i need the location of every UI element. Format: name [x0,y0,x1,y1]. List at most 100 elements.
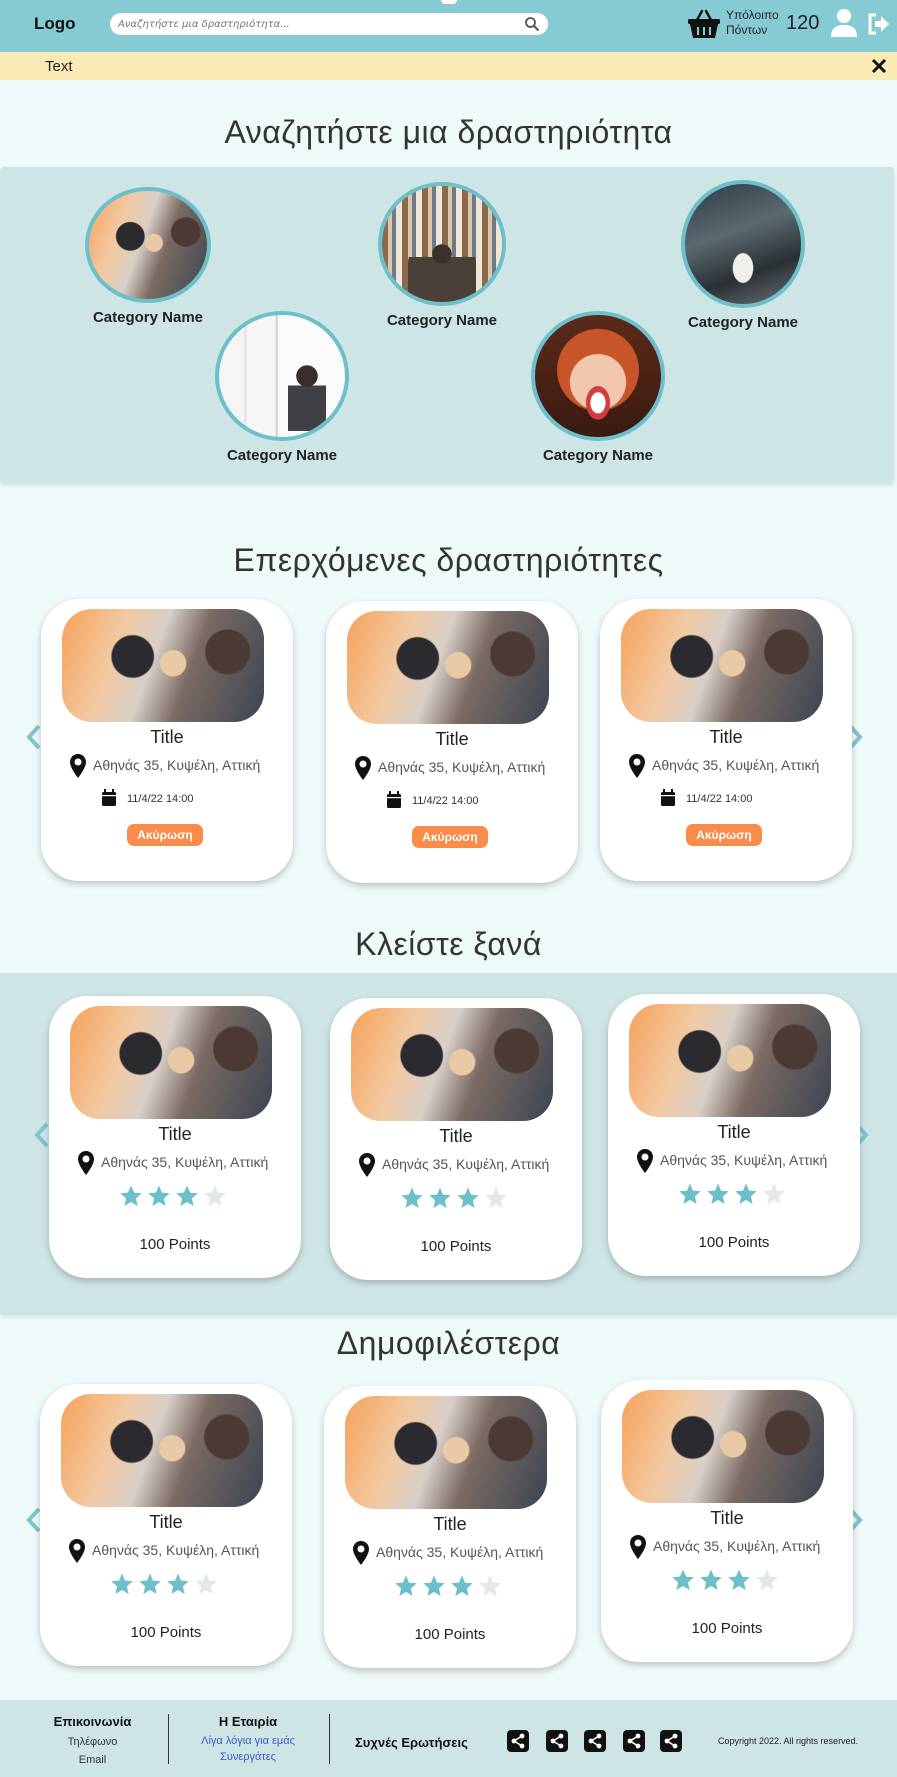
user-icon[interactable] [830,8,858,38]
card-image [61,1394,263,1507]
category-name[interactable]: Category Name [362,312,522,329]
calendar-icon [102,789,116,806]
search-input[interactable] [118,16,508,32]
card-points: 100 Points [420,1238,492,1255]
location-pin-icon [69,1539,85,1563]
location-pin-icon [78,1151,94,1175]
category-image[interactable] [681,180,805,308]
category-image[interactable] [378,182,506,306]
logo[interactable]: Logo [34,14,76,34]
card-points: 100 Points [691,1620,763,1637]
card-location: Αθηνάς 35, Κυψέλη, Αττική [358,1152,568,1178]
location-pin-icon [353,1541,369,1565]
rebook-heading: Κλείστε ξανά [355,926,542,962]
card-title: Title [433,1514,467,1534]
basket-icon[interactable] [687,8,721,40]
card-location: Αθηνάς 35, Κυψέλη, Αττική [636,1148,846,1174]
footer-phone[interactable]: Τηλέφωνο [40,1733,145,1751]
location-text: Αθηνάς 35, Κυψέλη, Αττική [378,759,546,775]
footer-partners-link[interactable]: Συνεργάτες [188,1749,308,1765]
card-title: Title [717,1122,751,1142]
share-icon[interactable] [507,1730,529,1752]
category-name[interactable]: Category Name [518,447,678,464]
cancel-button[interactable]: Ακύρωση [127,824,203,846]
star-filled-icon [120,1185,142,1206]
star-filled-icon [728,1569,750,1590]
popular-card[interactable]: Title Αθηνάς 35, Κυψέλη, Αττική 100 Poin… [40,1384,292,1666]
category-item[interactable]: Category Name [68,187,228,326]
category-item[interactable]: Category Name [663,180,823,331]
location-pin-icon [359,1153,375,1177]
star-empty-icon [479,1575,501,1596]
categories-band: Category Name Category Name Category Nam… [0,167,894,483]
footer-company-heading: Η Εταιρία [218,1714,278,1729]
card-location: Αθηνάς 35, Κυψέλη, Αττική [629,1534,839,1560]
category-item[interactable]: Category Name [362,182,522,329]
star-filled-icon [451,1575,473,1596]
category-image[interactable] [215,311,349,441]
star-rating [119,1184,239,1210]
share-icon[interactable] [546,1730,568,1752]
rebook-card[interactable]: Title Αθηνάς 35, Κυψέλη, Αττική 100 Poin… [608,994,860,1276]
star-filled-icon [672,1569,694,1590]
footer-email[interactable]: Email [40,1751,145,1769]
category-item[interactable]: Category Name [518,311,678,464]
star-filled-icon [395,1575,417,1596]
close-icon[interactable] [870,57,888,75]
footer: Επικοινωνία Τηλέφωνο Email Η Εταιρία Λίγ… [0,1700,897,1777]
location-text: Αθηνάς 35, Κυψέλη, Αττική [93,757,261,773]
card-image [62,609,264,722]
card-location: Αθηνάς 35, Κυψέλη, Αττική [354,755,564,781]
categories-heading: Αναζητήστε μια δραστηριότητα [224,114,673,150]
star-empty-icon [195,1573,217,1594]
star-filled-icon [148,1185,170,1206]
popular-card[interactable]: Title Αθηνάς 35, Κυψέλη, Αττική 100 Poin… [601,1380,853,1662]
calendar-icon [387,791,401,808]
cancel-button[interactable]: Ακύρωση [686,824,762,846]
rebook-card[interactable]: Title Αθηνάς 35, Κυψέλη, Αττική 100 Poin… [330,998,582,1280]
card-image [629,1004,831,1117]
share-icon[interactable] [584,1730,606,1752]
share-icon[interactable] [623,1730,645,1752]
star-filled-icon [735,1183,757,1204]
category-item[interactable]: Category Name [202,311,362,464]
popular-card[interactable]: Title Αθηνάς 35, Κυψέλη, Αττική 100 Poin… [324,1386,576,1668]
category-name[interactable]: Category Name [663,314,823,331]
search-bar[interactable] [110,13,548,35]
footer-contact: Επικοινωνία Τηλέφωνο Email [40,1714,145,1769]
notice-text: Text [45,58,73,75]
cancel-button[interactable]: Ακύρωση [412,826,488,848]
top-header: Logo Υπόλοιπο Πόντων 120 [0,0,897,52]
category-image[interactable] [85,187,211,303]
location-pin-icon [637,1149,653,1173]
card-title: Title [150,727,184,747]
star-filled-icon [139,1573,161,1594]
star-empty-icon [756,1569,778,1590]
rebook-card[interactable]: Title Αθηνάς 35, Κυψέλη, Αττική 100 Poin… [49,996,301,1278]
location-text: Αθηνάς 35, Κυψέλη, Αττική [92,1542,260,1558]
footer-about-link[interactable]: Λίγα λόγια για εμάς [188,1733,308,1749]
card-date: 11/4/22 14:00 [386,791,546,811]
star-filled-icon [176,1185,198,1206]
copyright-text: Copyright 2022. All rights reserved. [718,1736,859,1746]
category-image[interactable] [531,311,665,441]
search-icon[interactable] [524,16,540,32]
card-location: Αθηνάς 35, Κυψέλη, Αττική [628,753,838,779]
share-icon[interactable] [660,1730,682,1752]
card-points: 100 Points [130,1624,202,1641]
footer-faq-link[interactable]: Συχνές Ερωτήσεις [355,1735,468,1750]
card-title: Title [158,1124,192,1144]
category-name[interactable]: Category Name [202,447,362,464]
footer-divider [329,1714,330,1764]
upcoming-card[interactable]: Title Αθηνάς 35, Κυψέλη, Αττική 11/4/22 … [600,599,852,881]
upcoming-card[interactable]: Title Αθηνάς 35, Κυψέλη, Αττική 11/4/22 … [41,599,293,881]
footer-contact-heading: Επικοινωνία [53,1714,132,1729]
card-location: Αθηνάς 35, Κυψέλη, Αττική [352,1540,562,1566]
location-pin-icon [355,756,371,780]
card-image [622,1390,824,1503]
logout-icon[interactable] [867,12,891,36]
location-text: Αθηνάς 35, Κυψέλη, Αττική [382,1156,550,1172]
date-text: 11/4/22 14:00 [127,793,194,805]
upcoming-card[interactable]: Title Αθηνάς 35, Κυψέλη, Αττική 11/4/22 … [326,601,578,883]
card-points: 100 Points [414,1626,486,1643]
